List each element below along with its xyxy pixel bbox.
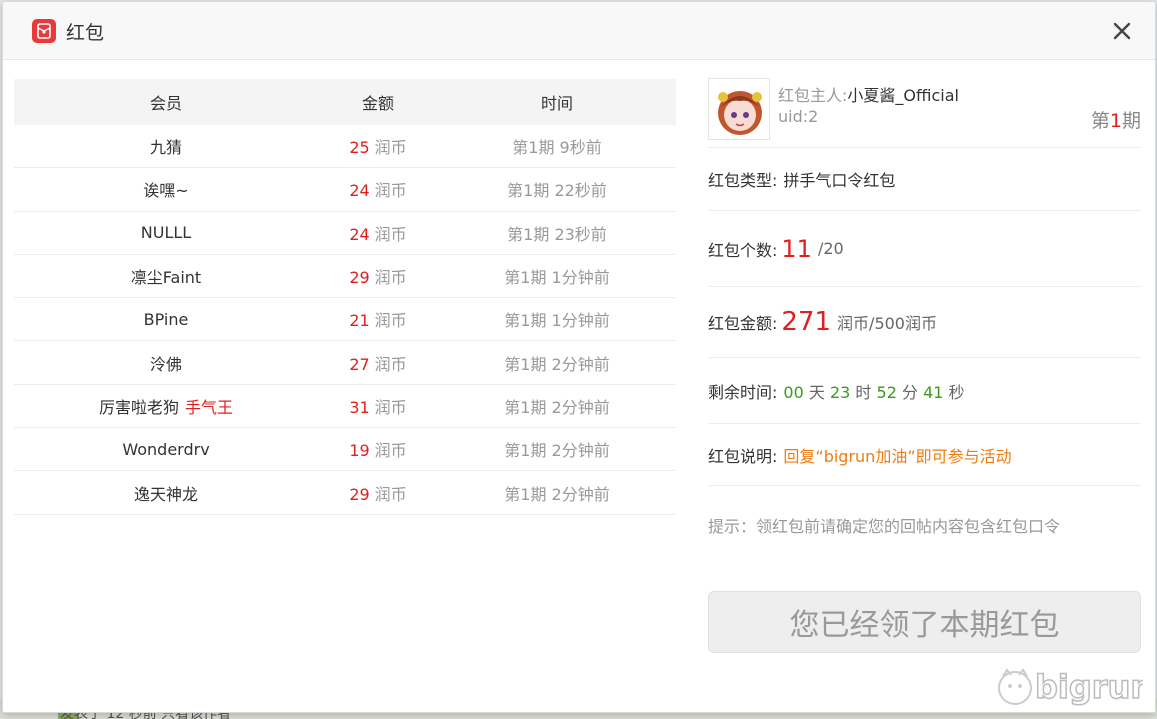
luckiest-badge: 手气王	[185, 397, 234, 417]
envelope-count-row: 红包个数: 11 /20	[708, 211, 1141, 287]
claim-time: 第1期 2分钟前	[504, 441, 610, 461]
envelope-amount-value: 271	[781, 307, 832, 337]
svg-text:bigrun: bigrun	[1035, 668, 1143, 706]
owner-section: 红包主人:小夏酱_Official uid:2 第1期	[708, 78, 1141, 148]
table-row: 逸天神龙 29 润币 第1期 2分钟前	[14, 471, 676, 515]
column-header-time: 时间	[540, 94, 573, 113]
red-envelope-dialog: 红包 会员 金额 时间 九猜 25 润币 第1期 9秒前诶嘿~ 24 润币 第1期 22秒前…	[2, 1, 1156, 713]
claim-time: 第1期 2分钟前	[504, 397, 610, 417]
hint-row: 提示：领红包前请确定您的回帖内容包含红包口令	[708, 486, 1141, 564]
claim-amount: 24 润币	[349, 181, 407, 201]
close-icon[interactable]	[1109, 18, 1135, 44]
owner-avatar[interactable]	[708, 78, 770, 140]
column-header-amount: 金额	[361, 94, 394, 113]
envelope-amount-total: 润币/500润币	[837, 314, 937, 333]
claim-time: 第1期 2分钟前	[504, 354, 610, 374]
claim-amount: 25 润币	[349, 138, 407, 158]
envelope-type-value: 拼手气口令红包	[783, 171, 896, 190]
claim-amount: 29 润币	[349, 484, 407, 504]
claim-time: 第1期 1分钟前	[504, 311, 610, 331]
envelope-type-row: 红包类型: 拼手气口令红包	[708, 148, 1141, 211]
table-row: 诶嘿~ 24 润币 第1期 22秒前	[14, 168, 676, 212]
claim-time: 第1期 9秒前	[512, 138, 602, 158]
claim-time: 第1期 1分钟前	[504, 268, 610, 288]
envelope-info-panel: 红包主人:小夏酱_Official uid:2 第1期 红包类型: 拼手气口令红…	[708, 78, 1141, 564]
envelope-count-value: 11	[781, 234, 812, 263]
owner-uid: uid:2	[778, 107, 819, 126]
member-name[interactable]: 泠佛	[14, 351, 318, 375]
claim-amount: 31 润币	[349, 397, 407, 417]
red-envelope-icon	[32, 19, 56, 43]
claim-amount: 19 润币	[349, 441, 407, 461]
claim-amount: 21 润币	[349, 311, 407, 331]
member-name[interactable]: 逸天神龙	[14, 481, 318, 505]
envelope-amount-row: 红包金额: 271 润币/500润币	[708, 287, 1141, 358]
dialog-header: 红包	[3, 2, 1155, 60]
table-row: BPine 21 润币 第1期 1分钟前	[14, 298, 676, 342]
period-indicator: 第1期	[1090, 110, 1141, 132]
table-row: 凛尘Faint 29 润币 第1期 1分钟前	[14, 255, 676, 299]
countdown: 00 天 23 时 52 分 41 秒	[783, 382, 965, 402]
dialog-title: 红包	[66, 22, 105, 44]
member-name[interactable]: 厉害啦老狗 手气王	[14, 394, 318, 418]
member-name[interactable]: Wonderdrv	[14, 440, 318, 459]
member-name[interactable]: 九猜	[14, 134, 318, 158]
bigrun-logo: bigrun	[993, 662, 1154, 708]
table-row: Wonderdrv 19 润币 第1期 2分钟前	[14, 428, 676, 472]
table-row: 泠佛 27 润币 第1期 2分钟前	[14, 341, 676, 385]
claim-time: 第1期 2分钟前	[504, 484, 610, 504]
table-header: 会员 金额 时间	[14, 79, 676, 125]
table-body: 九猜 25 润币 第1期 9秒前 诶嘿~ 24 润币 第1期 22秒前 NULLL 24 润币 第1期…	[14, 125, 676, 515]
claim-amount: 27 润币	[349, 354, 407, 374]
table-row: 厉害啦老狗 手气王 31 润币 第1期 2分钟前	[14, 385, 676, 429]
owner-label: 红包主人:小夏酱_Official	[778, 86, 959, 105]
envelope-description-row: 红包说明: 回复“bigrun加油”即可参与活动	[708, 424, 1141, 486]
claim-amount: 29 润币	[349, 268, 407, 288]
claim-time: 第1期 23秒前	[507, 224, 607, 244]
already-claimed-button[interactable]: 您已经领了本期红包	[708, 591, 1141, 653]
member-name[interactable]: 凛尘Faint	[14, 264, 318, 288]
claim-record-table: 会员 金额 时间 九猜 25 润币 第1期 9秒前诶嘿~ 24 润币 第1期 22秒前 NUL…	[14, 79, 676, 515]
member-name[interactable]: 诶嘿~	[14, 177, 318, 201]
table-row: 九猜 25 润币 第1期 9秒前	[14, 125, 676, 169]
remaining-time-row: 剩余时间: 00 天 23 时 52 分 41 秒	[708, 358, 1141, 424]
claim-time: 第1期 22秒前	[507, 181, 607, 201]
member-name[interactable]: BPine	[14, 310, 318, 329]
claim-amount: 24 润币	[349, 224, 407, 244]
hint-text: 提示：领红包前请确定您的回帖内容包含红包口令	[708, 517, 1061, 536]
column-header-member: 会员	[149, 94, 182, 113]
envelope-count-total: /20	[817, 239, 844, 258]
table-row: NULLL 24 润币 第1期 23秒前	[14, 212, 676, 255]
envelope-description-value: 回复“bigrun加油”即可参与活动	[783, 446, 1012, 466]
member-name[interactable]: NULLL	[14, 223, 318, 242]
owner-name[interactable]: 小夏酱_Official	[847, 86, 959, 105]
